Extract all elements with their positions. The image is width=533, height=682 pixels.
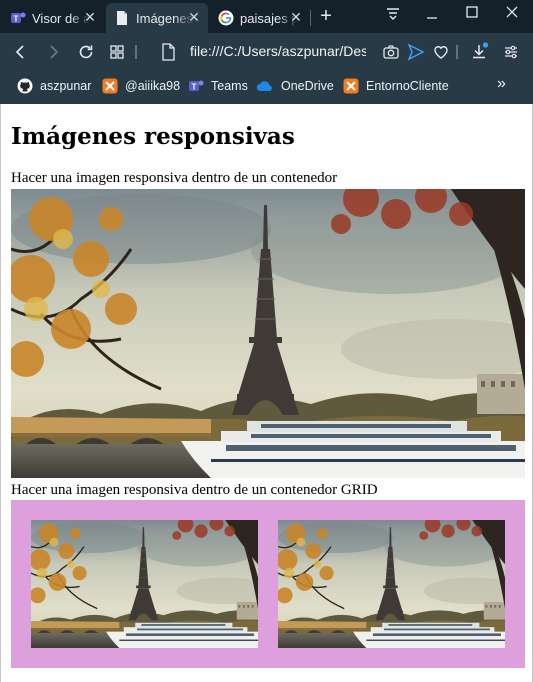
svg-text:T: T	[192, 83, 197, 92]
new-tab-button[interactable]: +	[316, 6, 336, 26]
bookmark-label: aszpunar	[40, 79, 92, 93]
grid-image-2	[278, 520, 505, 648]
bookmarks-overflow-button[interactable]: »	[497, 75, 506, 93]
speed-dial-icon[interactable]	[107, 42, 127, 62]
grid-image-1	[31, 520, 258, 648]
bookmark-label: EntornoCliente	[366, 79, 449, 93]
bookmark-label: OneDrive	[281, 79, 334, 93]
teams-icon: T	[11, 12, 26, 24]
file-icon	[162, 43, 175, 61]
close-icon[interactable]: ✕	[288, 9, 304, 25]
document-icon	[117, 11, 127, 25]
address-bar[interactable]: file:///C:/Users/aszpunar/Desktop	[190, 43, 366, 59]
easy-setup-icon[interactable]	[501, 42, 521, 62]
svg-text:T: T	[14, 15, 19, 24]
tab-visor[interactable]: T Visor de archivos ✕	[2, 3, 104, 33]
bookmark-aiiika98[interactable]: @aiiika98	[102, 78, 180, 94]
tab-menu-icon[interactable]	[380, 4, 406, 24]
forward-icon[interactable]	[43, 42, 63, 62]
heart-icon[interactable]	[431, 42, 451, 62]
eiffel-tower-image	[11, 189, 525, 478]
maximize-icon[interactable]	[459, 4, 485, 24]
bookmark-label: Teams	[211, 79, 248, 93]
close-window-icon[interactable]	[499, 4, 525, 24]
page-title: Imágenes responsivas	[11, 123, 295, 150]
camera-icon[interactable]	[381, 42, 401, 62]
bookmark-onedrive[interactable]: OneDrive	[256, 78, 334, 94]
caption-container: Hacer una imagen responsiva dentro de un…	[11, 170, 338, 186]
close-icon[interactable]: ✕	[82, 9, 98, 25]
caption-grid: Hacer una imagen responsiva dentro de un…	[11, 482, 378, 498]
tab-paisajes[interactable]: paisajes paris ✕	[210, 3, 310, 33]
xampp-icon	[102, 78, 118, 94]
onedrive-icon	[256, 81, 272, 92]
github-icon	[17, 78, 33, 94]
teams-icon: T	[189, 80, 204, 92]
xampp-icon	[343, 78, 359, 94]
minimize-icon[interactable]	[419, 4, 445, 24]
toolbar-divider	[135, 45, 137, 59]
close-icon[interactable]: ✕	[186, 9, 202, 25]
back-icon[interactable]	[11, 42, 31, 62]
page-content: Imágenes responsivas Hacer una imagen re…	[0, 104, 533, 682]
bookmark-label: @aiiika98	[125, 79, 181, 93]
bookmark-teams[interactable]: T Teams	[188, 78, 248, 94]
download-icon[interactable]	[469, 42, 489, 62]
toolbar-divider	[456, 45, 458, 59]
image-grid-container	[11, 500, 525, 668]
bookmark-aszpunar[interactable]: aszpunar	[17, 78, 91, 94]
google-icon	[218, 10, 234, 26]
bookmarks-bar: aszpunar @aiiika98 T Teams OneDrive Ento…	[0, 70, 533, 104]
tab-imagenes[interactable]: Imágenes responsivas ✕	[106, 3, 208, 33]
navigation-bar: file:///C:/Users/aszpunar/Desktop	[0, 33, 533, 70]
reload-icon[interactable]	[76, 42, 96, 62]
browser-chrome: T Visor de archivos ✕ Imágenes responsiv…	[0, 0, 533, 104]
tab-strip: T Visor de archivos ✕ Imágenes responsiv…	[0, 0, 533, 33]
tab-divider	[310, 10, 311, 26]
bookmark-entornocliente[interactable]: EntornoCliente	[343, 78, 449, 94]
send-icon[interactable]	[406, 42, 426, 62]
